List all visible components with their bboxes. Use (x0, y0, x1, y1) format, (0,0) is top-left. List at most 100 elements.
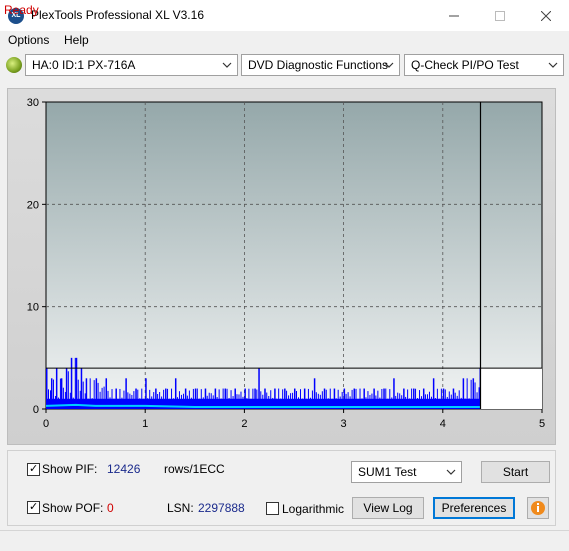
pif-bar (139, 398, 141, 409)
pif-bar (222, 388, 224, 409)
pif-bar (109, 397, 111, 409)
pif-bar (147, 398, 149, 409)
pif-bar (145, 378, 147, 409)
pif-bar (80, 368, 83, 409)
pif-bar (303, 388, 306, 409)
pif-bar (117, 398, 119, 409)
pif-bar (151, 396, 153, 409)
pif-bar (284, 388, 286, 409)
pif-bar (57, 397, 59, 409)
pif-bar (254, 388, 256, 409)
pif-bar (121, 397, 123, 409)
chevron-down-icon (446, 469, 456, 475)
pif-bar (194, 388, 197, 409)
pif-bar (363, 388, 365, 409)
pif-bar (87, 398, 89, 409)
pif-bar (52, 379, 54, 409)
pif-bar (373, 388, 375, 409)
pif-bar (385, 388, 387, 409)
x-tick-label: 4 (440, 418, 446, 430)
y-tick-label: 30 (27, 97, 39, 109)
x-tick-label: 3 (341, 418, 347, 430)
pif-bar (113, 398, 115, 409)
info-icon (531, 501, 545, 515)
pif-bar (105, 378, 108, 409)
pif-bar (470, 379, 472, 409)
x-tick-label: 5 (539, 418, 545, 430)
start-button[interactable]: Start (481, 461, 550, 483)
pif-value: 12426 (107, 462, 141, 476)
pif-bar (143, 398, 145, 409)
pof-value: 0 (107, 501, 114, 515)
pif-bar (333, 388, 336, 409)
show-pof-label: Show POF: (42, 501, 104, 515)
pif-bar (264, 388, 266, 409)
pif-bar (50, 378, 53, 409)
sum-test-value: SUM1 Test (358, 465, 417, 479)
pif-bar (46, 368, 48, 409)
show-pif-label: Show PIF: (42, 462, 98, 476)
post-end-region (480, 368, 542, 409)
pif-bar (174, 378, 177, 409)
pif-bar (343, 388, 346, 409)
pif-bar (413, 388, 415, 409)
sum-test-select[interactable]: SUM1 Test (351, 461, 462, 483)
pif-bar (440, 388, 442, 409)
preferences-button[interactable]: Preferences (433, 497, 515, 519)
pif-bar (85, 378, 88, 409)
status-bar (0, 530, 569, 551)
pif-bar (274, 388, 276, 409)
pif-bar (313, 378, 316, 409)
pif-bar (214, 388, 217, 409)
pif-bar (258, 368, 260, 409)
pif-bar (67, 371, 69, 409)
pif-bar (125, 378, 127, 409)
pif-bar (169, 398, 171, 409)
pif-bar (294, 388, 296, 409)
pif-bar (95, 378, 98, 409)
pif-bar (353, 388, 356, 409)
pif-bar (234, 388, 236, 409)
pif-bar (91, 398, 93, 409)
lsn-value: 2297888 (198, 501, 245, 515)
pif-bar (55, 368, 58, 409)
pif-bar (403, 388, 405, 409)
pif-bar (224, 388, 227, 409)
pif-bar (383, 388, 385, 409)
info-button[interactable] (527, 497, 549, 519)
x-tick-label: 1 (142, 418, 148, 430)
show-pof-checkbox[interactable] (27, 500, 40, 514)
pif-unit: rows/1ECC (164, 462, 225, 476)
pif-bar (393, 378, 395, 409)
pif-bar (196, 388, 198, 409)
pif-bar (84, 393, 86, 409)
pif-bar (329, 388, 331, 409)
pif-bar (244, 388, 246, 409)
pif-bar (79, 390, 81, 409)
pif-bar (74, 357, 76, 409)
view-log-button[interactable]: View Log (352, 497, 424, 519)
lsn-label: LSN: (167, 501, 194, 515)
pif-bar (72, 397, 74, 409)
pif-bar (432, 378, 435, 409)
x-tick-label: 0 (43, 418, 49, 430)
show-pif-checkbox[interactable] (27, 462, 40, 476)
pif-bar (70, 357, 73, 409)
y-tick-label: 0 (33, 404, 39, 416)
pif-bar (65, 368, 68, 409)
logarithmic-checkbox[interactable] (266, 502, 279, 515)
status-text: Ready (4, 3, 39, 17)
y-tick-label: 10 (27, 302, 39, 314)
x-tick-label: 2 (241, 418, 247, 430)
pif-bar (411, 388, 413, 409)
plot-area (45, 101, 543, 410)
pif-bar (204, 388, 207, 409)
pif-bar (69, 392, 71, 409)
pif-bar (64, 391, 66, 409)
pif-bar (422, 388, 425, 409)
pif-bar (54, 395, 56, 409)
pif-bar (472, 378, 475, 409)
logarithmic-label: Logarithmic (282, 502, 345, 516)
pif-bar (442, 388, 445, 409)
pif-bar (75, 357, 78, 409)
